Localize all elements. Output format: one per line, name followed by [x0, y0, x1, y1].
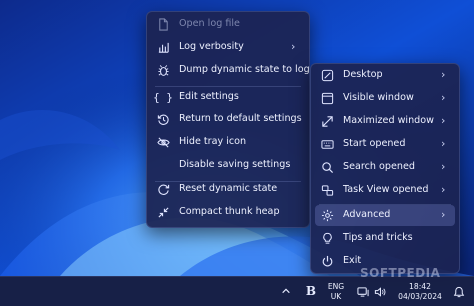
submenu-item-maximized-window[interactable]: Maximized window ›	[315, 111, 455, 132]
clock[interactable]: 18:42 04/03/2024	[394, 282, 446, 302]
tray-context-menu: Open log file Log verbosity › Dump dynam…	[146, 11, 310, 228]
softpedia-watermark: SOFTPEDIA	[360, 266, 441, 280]
menu-item-hide-tray-icon[interactable]: Hide tray icon	[151, 132, 305, 153]
reset-icon	[156, 183, 170, 197]
volume-icon[interactable]	[373, 285, 386, 298]
chevron-up-icon[interactable]	[280, 285, 292, 297]
chevron-right-icon: ›	[291, 40, 296, 53]
submenu-item-tips-and-tricks[interactable]: Tips and tricks	[315, 228, 455, 249]
submenu-item-search-opened[interactable]: Search opened ›	[315, 157, 455, 178]
lightbulb-icon	[320, 232, 334, 246]
desktop-icon	[320, 69, 334, 83]
chevron-right-icon: ›	[441, 137, 446, 150]
chevron-right-icon: ›	[441, 160, 446, 173]
menu-item-label: Reset dynamic state	[179, 183, 278, 194]
menu-item-label: Dump dynamic state to log	[179, 64, 310, 75]
menu-item-label: Hide tray icon	[179, 136, 247, 147]
submenu-item-desktop[interactable]: Desktop ›	[315, 65, 455, 86]
language-code: ENG	[327, 282, 345, 291]
chevron-right-icon: ›	[441, 91, 446, 104]
menu-item-label: Search opened	[343, 161, 415, 172]
submenu-item-advanced[interactable]: Advanced ›	[315, 205, 455, 226]
chevron-right-icon: ›	[441, 114, 446, 127]
submenu-item-task-view-opened[interactable]: Task View opened ›	[315, 180, 455, 201]
menu-item-edit-settings[interactable]: { } Edit settings	[151, 87, 305, 108]
menu-item-label: Visible window	[343, 92, 414, 103]
notification-bell-icon[interactable]	[452, 285, 465, 298]
clock-time: 18:42	[409, 282, 431, 291]
menu-item-label: Edit settings	[179, 91, 239, 102]
menu-item-label: Log verbosity	[179, 41, 244, 52]
menu-item-label: Tips and tricks	[343, 232, 413, 243]
chevron-right-icon: ›	[441, 208, 446, 221]
menu-item-reset-dynamic-state[interactable]: Reset dynamic state	[151, 179, 305, 200]
menu-item-label: Disable saving settings	[179, 159, 291, 170]
menu-item-label: Exit	[343, 255, 362, 266]
menu-item-label: Desktop	[343, 69, 383, 80]
eye-off-icon	[156, 136, 170, 150]
task-view-icon	[320, 184, 334, 198]
document-icon	[156, 18, 170, 32]
menu-item-label: Maximized window	[343, 115, 434, 126]
power-icon	[320, 255, 334, 269]
chevron-right-icon: ›	[441, 68, 446, 81]
bug-icon	[156, 64, 170, 78]
menu-item-compact-thunk-heap[interactable]: Compact thunk heap	[151, 202, 305, 223]
tray-submenu: Desktop › Visible window › Maximized win…	[310, 63, 460, 274]
compress-icon	[156, 206, 170, 220]
menu-item-label: Return to default settings	[179, 113, 302, 124]
menu-item-open-log-file[interactable]: Open log file	[151, 14, 305, 35]
tray-app-icon[interactable]: B	[303, 283, 319, 299]
menu-item-return-to-default[interactable]: Return to default settings	[151, 109, 305, 130]
menu-item-disable-saving-settings[interactable]: Disable saving settings	[151, 155, 305, 176]
clock-date: 04/03/2024	[398, 292, 442, 301]
history-icon	[156, 113, 170, 127]
search-icon	[320, 161, 334, 175]
submenu-item-visible-window[interactable]: Visible window ›	[315, 88, 455, 109]
bar-chart-icon	[156, 41, 170, 55]
network-icon[interactable]	[356, 285, 369, 298]
menu-item-log-verbosity[interactable]: Log verbosity ›	[151, 37, 305, 58]
tray-app-letter: B	[305, 284, 317, 298]
menu-item-label: Task View opened	[343, 184, 429, 195]
language-region: UK	[330, 292, 342, 301]
submenu-item-start-opened[interactable]: Start opened ›	[315, 134, 455, 155]
menu-item-label: Open log file	[179, 18, 240, 29]
maximize-icon	[320, 115, 334, 129]
language-indicator[interactable]: ENG UK	[324, 282, 348, 302]
keyboard-icon	[320, 138, 334, 152]
window-icon	[320, 92, 334, 106]
gear-icon	[320, 209, 334, 223]
menu-item-dump-dynamic-state[interactable]: Dump dynamic state to log	[151, 60, 310, 81]
menu-item-label: Compact thunk heap	[179, 206, 280, 217]
braces-icon: { }	[153, 91, 173, 104]
chevron-right-icon: ›	[441, 183, 446, 196]
menu-item-label: Advanced	[343, 209, 391, 220]
taskbar: B ENG UK 18:42 04/03/2024	[0, 276, 474, 306]
menu-item-label: Start opened	[343, 138, 406, 149]
